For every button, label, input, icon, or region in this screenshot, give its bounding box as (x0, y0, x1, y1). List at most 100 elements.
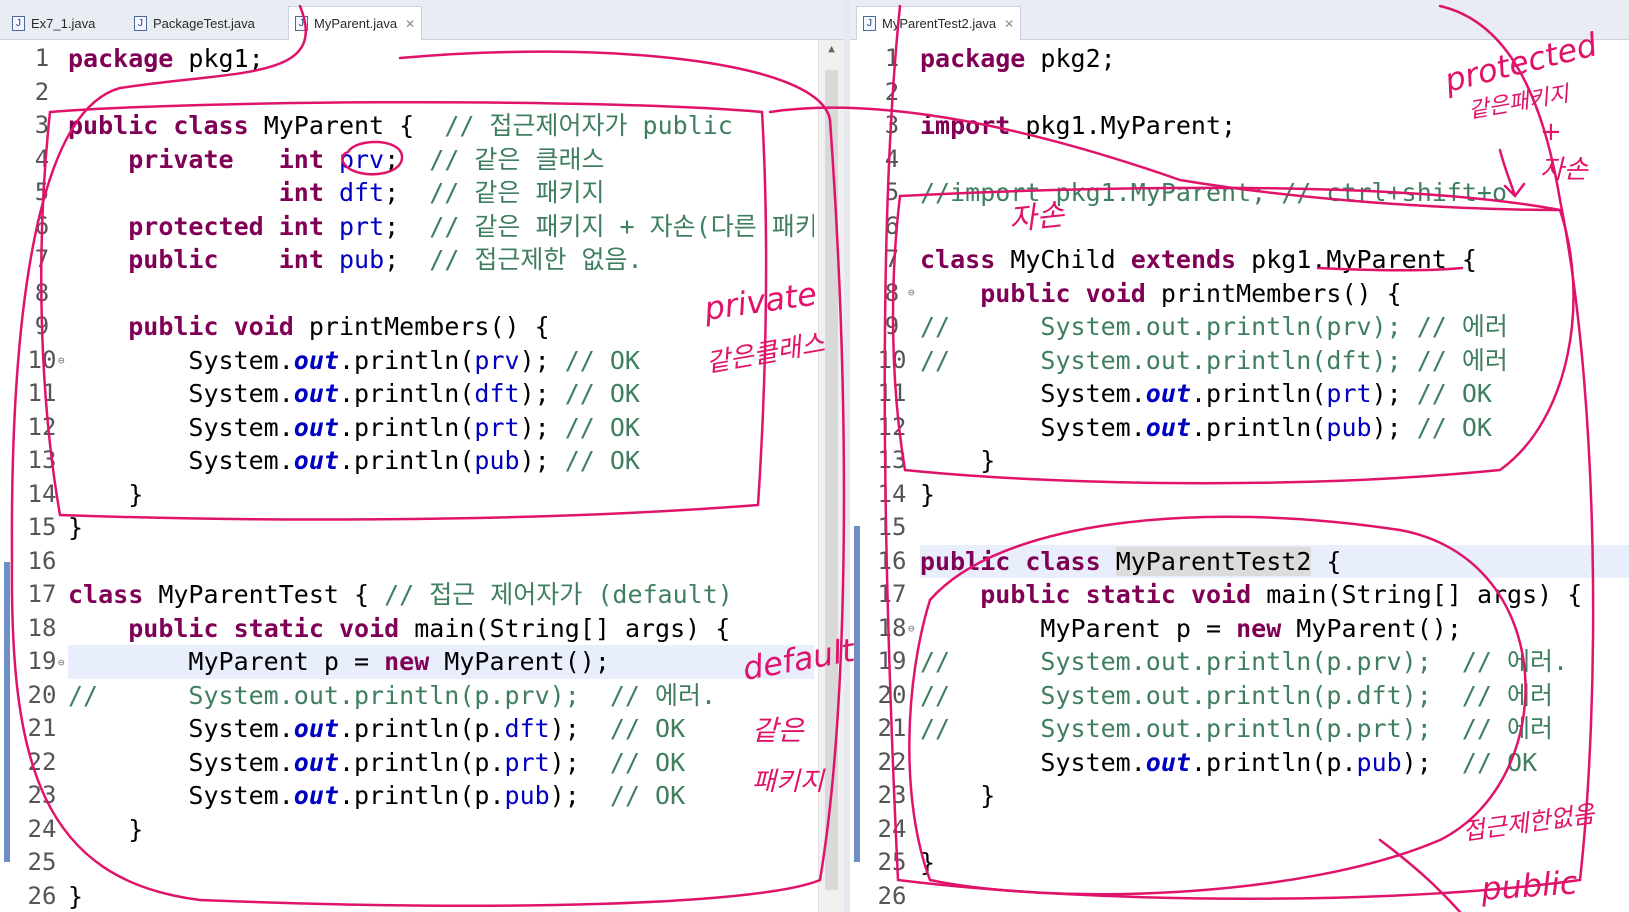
code-line: } (68, 881, 84, 911)
tab-myparenttest2[interactable]: J MyParentTest2.java ✕ (856, 6, 1022, 40)
line-number: 11 (877, 379, 907, 407)
left-overview-ruler (0, 40, 14, 912)
line-number: 11 (27, 379, 57, 407)
line-number: 9 (884, 312, 900, 340)
left-code-editor[interactable]: package pkg1; public class MyParent { //… (68, 40, 814, 912)
right-overview-ruler (850, 40, 864, 912)
right-line-numbers: 1 2 3 4 5 6 7 8 9 10 11 12 13 14 15 16 1… (868, 40, 916, 912)
code-line: } (128, 479, 144, 509)
code-line: package pkg1; (68, 44, 264, 73)
code-line: public class MyParent { // 접근제어자가 public (68, 111, 733, 140)
code-line: System.out.println(p.pub); // OK (188, 781, 686, 810)
code-line: public static void main(String[] args) { (128, 613, 731, 643)
line-number: 1 (34, 44, 50, 72)
tab-packagetest[interactable]: J PackageTest.java (128, 6, 261, 40)
code-line: // System.out.println(dft); // 에러 (920, 345, 1508, 375)
code-line: protected int prt; // 같은 패키지 + 자손(다른 패키 (128, 211, 814, 241)
line-number: 26 (877, 881, 907, 910)
line-number: 5 (34, 178, 50, 206)
scroll-thumb[interactable] (825, 70, 838, 890)
current-code-line: public class MyParentTest2 { (920, 544, 1629, 578)
line-number: 7 (884, 245, 900, 273)
code-line: int dft; // 같은 패키지 (278, 178, 605, 207)
line-number: 14 (877, 479, 907, 508)
line-number: 25 (27, 848, 57, 876)
tab-label: MyParentTest2.java (882, 16, 997, 31)
java-file-icon: J (12, 15, 25, 31)
line-number: 2 (884, 77, 900, 106)
code-line: public int pub; // 접근제한 없음. (128, 245, 643, 274)
tab-label: PackageTest.java (153, 15, 255, 31)
close-icon[interactable]: ✕ (1004, 17, 1014, 31)
change-marker (854, 526, 860, 862)
code-line: } (980, 446, 996, 475)
code-line: // System.out.println(prv); // 에러 (920, 312, 1508, 341)
line-number: 13 (877, 446, 907, 474)
close-icon[interactable]: ✕ (405, 17, 415, 31)
scroll-up-icon[interactable]: ▲ (819, 42, 844, 55)
java-file-icon: J (295, 16, 308, 31)
code-line: System.out.println(p.pub); // OK (1040, 747, 1538, 777)
line-number: 21 (877, 714, 907, 742)
tab-label: Ex7_1.java (31, 15, 96, 31)
line-number: 7 (34, 245, 50, 273)
right-editor-pane: J MyParentTest2.java ✕ 1 2 3 4 5 6 7 8 9… (850, 0, 1629, 912)
line-number: 8 (34, 278, 50, 307)
line-number: 5 (884, 178, 900, 206)
code-line: MyParent p = new MyParent(); (1040, 613, 1462, 643)
right-code-editor[interactable]: package pkg2; import pkg1.MyParent; //im… (920, 40, 1629, 912)
line-number: 19 (877, 647, 907, 675)
right-tab-bar: J MyParentTest2.java ✕ (850, 0, 1629, 40)
line-number: 20 (877, 680, 907, 709)
tab-ex7-1[interactable]: J Ex7_1.java (6, 6, 101, 40)
code-line: System.out.println(pub); // OK (1040, 412, 1492, 442)
code-line: } (920, 848, 936, 877)
code-line: public void printMembers() { (980, 278, 1402, 308)
left-tab-bar: J Ex7_1.java J PackageTest.java J MyPare… (0, 0, 844, 40)
code-line: class MyParentTest { // 접근 제어자가 (default… (68, 580, 733, 609)
code-line: class MyChild extends pkg1.MyParent { (920, 245, 1477, 274)
line-number: 17 (27, 580, 57, 608)
code-line: } (128, 814, 144, 844)
line-number: 25 (877, 848, 907, 876)
line-number: 15 (27, 513, 57, 541)
change-marker (4, 562, 10, 862)
left-vertical-scrollbar[interactable]: ▲ (818, 40, 844, 912)
line-number: 1 (884, 44, 900, 72)
code-line: System.out.println(pub); // OK (188, 446, 640, 475)
line-number: 24 (877, 814, 907, 843)
code-line: import pkg1.MyParent; (920, 111, 1237, 140)
line-number: 26 (27, 881, 57, 910)
line-number: 3 (34, 111, 50, 139)
line-number: 4 (884, 144, 900, 173)
line-number: 21 (27, 714, 57, 742)
tab-myparent[interactable]: J MyParent.java ✕ (288, 6, 423, 40)
code-line: // System.out.println(p.prt); // 에러 (920, 714, 1553, 743)
line-number: 20 (27, 680, 57, 709)
line-number: 2 (34, 77, 50, 106)
fold-toggle-icon[interactable]: ⊖ (908, 622, 915, 635)
java-file-icon: J (863, 16, 876, 31)
code-line: // System.out.println(p.prv); // 에러. (68, 680, 717, 710)
line-number: 12 (27, 412, 57, 441)
fold-toggle-icon[interactable]: ⊖ (908, 286, 915, 299)
code-line: private int prv; // 같은 클래스 (128, 144, 605, 174)
code-line: public void printMembers() { (128, 312, 550, 341)
fold-toggle-icon[interactable]: ⊖ (58, 656, 65, 669)
line-number: 16 (27, 546, 57, 575)
line-number: 14 (27, 479, 57, 508)
line-number: 22 (27, 747, 57, 776)
fold-toggle-icon[interactable]: ⊖ (58, 354, 65, 367)
code-line: public static void main(String[] args) { (980, 580, 1583, 609)
left-editor-pane: J Ex7_1.java J PackageTest.java J MyPare… (0, 0, 844, 912)
code-line: } (980, 781, 996, 810)
code-line: //import pkg1.MyParent; // ctrl+shift+o (920, 178, 1507, 207)
line-number: 10 (877, 345, 907, 374)
line-number: 15 (877, 513, 907, 541)
code-line: System.out.println(p.prt); // OK (188, 747, 686, 777)
left-line-numbers: 1 2 3 4 5 6 7 8 9 10 11 12 13 14 15 16 1… (18, 40, 66, 912)
code-line: System.out.println(prt); // OK (1040, 379, 1492, 408)
code-line: System.out.println(prt); // OK (188, 412, 640, 442)
code-line: System.out.println(prv); // OK (188, 345, 640, 375)
line-number: 6 (884, 211, 900, 240)
